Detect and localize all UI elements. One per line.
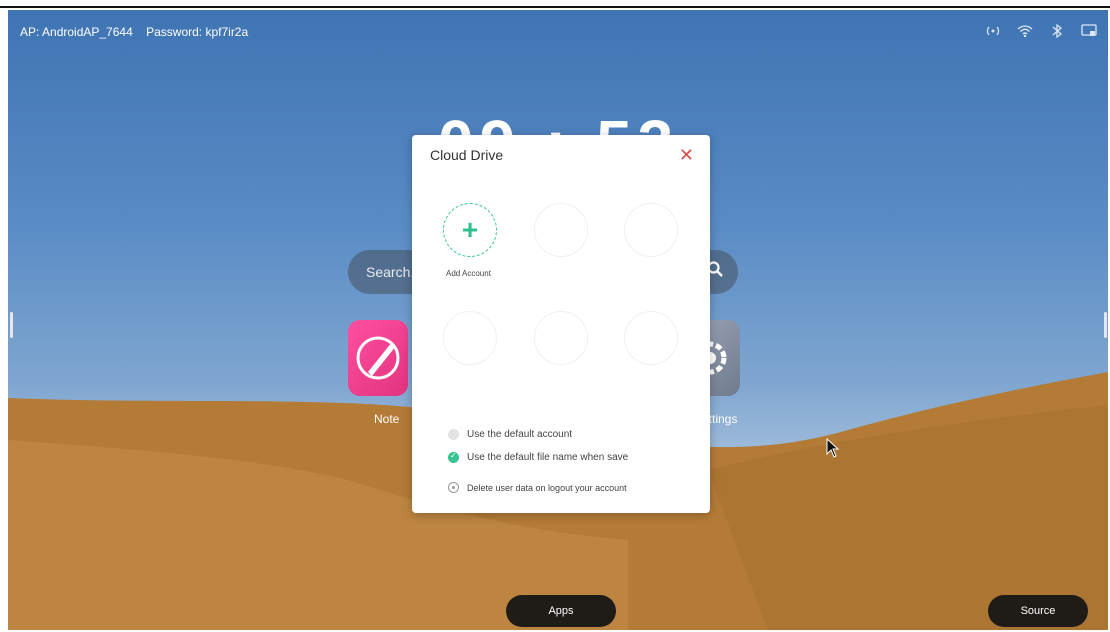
status-icons: [984, 22, 1098, 40]
bluetooth-icon: [1048, 22, 1066, 40]
mouse-cursor-icon: [826, 437, 840, 463]
hotspot-info: AP: AndroidAP_7644 Password: kpf7ir2a: [20, 25, 258, 39]
add-account-label: Add Account: [446, 269, 491, 278]
wifi-icon: [1016, 22, 1034, 40]
radio-icon: [448, 482, 459, 493]
option-default-account[interactable]: Use the default account: [448, 429, 572, 440]
apps-button[interactable]: Apps: [506, 595, 616, 627]
left-edge-handle[interactable]: [10, 312, 13, 338]
account-slot: [534, 311, 588, 365]
option-label: Use the default account: [467, 429, 573, 440]
account-slot: [624, 203, 678, 257]
hotspot-icon: [984, 22, 1002, 40]
add-account-button[interactable]: +: [443, 203, 497, 257]
right-edge-handle[interactable]: [1104, 312, 1107, 338]
option-default-file-name[interactable]: Use the default file name when save: [448, 451, 629, 463]
screen-share-icon: [1080, 22, 1098, 40]
desktop-screen: AP: AndroidAP_7644 Password: kpf7ir2a 09…: [8, 10, 1108, 630]
cloud-drive-dialog: Cloud Drive ✕ + Add Account Use the defa…: [412, 135, 710, 513]
check-icon: [448, 451, 459, 463]
option-label: Use the default file name when save: [467, 452, 629, 463]
source-button[interactable]: Source: [988, 595, 1088, 627]
radio-icon: [448, 429, 459, 440]
option-label: Delete user data on logout your account: [467, 482, 627, 493]
ap-password: Password: kpf7ir2a: [146, 25, 249, 39]
close-icon[interactable]: ✕: [679, 145, 694, 166]
note-app-label: Note: [374, 412, 400, 426]
account-slot: [534, 203, 588, 257]
account-slot: [443, 311, 497, 365]
option-delete-user-data[interactable]: Delete user data on logout your account: [448, 482, 627, 493]
top-border: [0, 6, 1110, 8]
ap-name: AP: AndroidAP_7644: [20, 25, 133, 39]
account-slot: [624, 311, 678, 365]
dialog-title: Cloud Drive: [430, 147, 504, 163]
note-app-icon[interactable]: [348, 320, 408, 396]
